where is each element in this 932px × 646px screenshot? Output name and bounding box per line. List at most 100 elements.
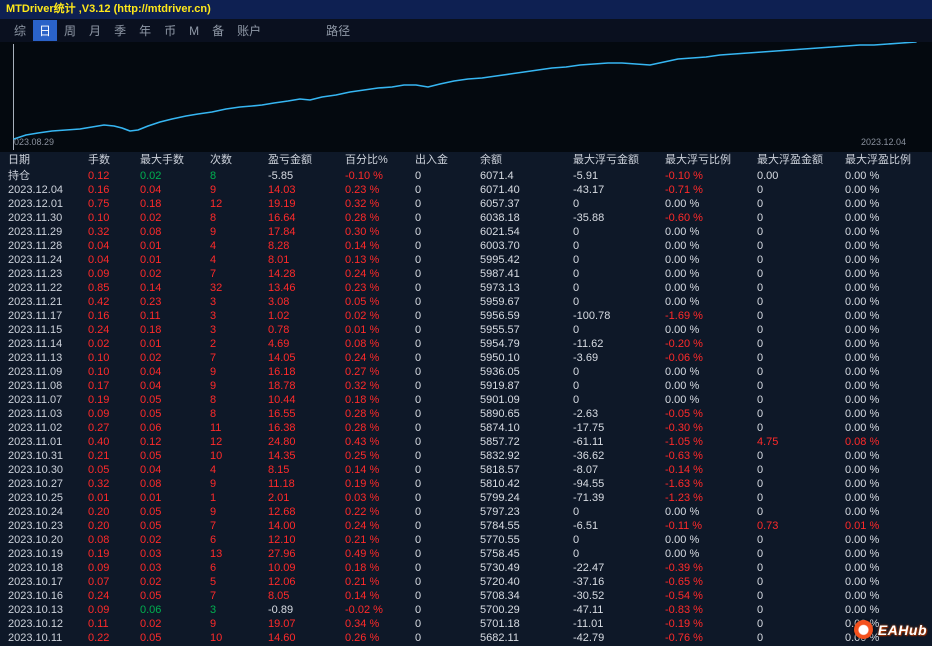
cell: 0 bbox=[415, 366, 422, 378]
cell-date: 2023.11.28 bbox=[8, 240, 63, 252]
table-row[interactable]: 2023.11.28 0.04 0.01 4 8.28 0.14 % 0 6003.70 0 0.… bbox=[0, 239, 932, 253]
cell: 0.00 % bbox=[845, 408, 880, 420]
menu-item-summary[interactable]: 综 bbox=[8, 20, 32, 41]
cell: 0 bbox=[757, 324, 764, 336]
column-header-8[interactable]: 最大浮亏金额 bbox=[565, 152, 657, 169]
column-header-9[interactable]: 最大浮亏比例 bbox=[657, 152, 749, 169]
table-row[interactable]: 2023.10.30 0.05 0.04 4 8.15 0.14 % 0 5818.57 -8.… bbox=[0, 463, 932, 477]
cell: 0.00 % bbox=[665, 240, 700, 252]
menu-item-year[interactable]: 年 bbox=[133, 20, 157, 41]
table-row[interactable]: 2023.11.02 0.27 0.06 11 16.38 0.28 % 0 5874.10 -… bbox=[0, 421, 932, 435]
table-row[interactable]: 2023.10.12 0.11 0.02 9 19.07 0.34 % 0 5701.18 -1… bbox=[0, 617, 932, 631]
table-row[interactable]: 2023.12.01 0.75 0.18 12 19.19 0.32 % 0 6057.37 0… bbox=[0, 197, 932, 211]
menu-item-currency[interactable]: 币 bbox=[158, 20, 182, 41]
cell: 19.07 bbox=[268, 618, 296, 630]
cell: 0.28 % bbox=[345, 408, 380, 420]
column-header-11[interactable]: 最大浮盈比例 bbox=[837, 152, 932, 169]
table-row[interactable]: 2023.10.31 0.21 0.05 10 14.35 0.25 % 0 5832.92 -… bbox=[0, 449, 932, 463]
cell: 16.18 bbox=[268, 366, 296, 378]
table-row[interactable]: 2023.11.03 0.09 0.05 8 16.55 0.28 % 0 5890.65 -2… bbox=[0, 407, 932, 421]
table-row[interactable]: 2023.10.13 0.09 0.06 3 -0.89 -0.02 % 0 5700.29 -… bbox=[0, 603, 932, 617]
column-header-7[interactable]: 余额 bbox=[472, 152, 565, 169]
cell: 32 bbox=[210, 282, 223, 294]
table-row[interactable]: 2023.10.18 0.09 0.03 6 10.09 0.18 % 0 5730.49 -2… bbox=[0, 561, 932, 575]
table-row[interactable]: 2023.11.09 0.10 0.04 9 16.18 0.27 % 0 5936.05 0 0… bbox=[0, 365, 932, 379]
cell: 0.00 % bbox=[845, 422, 880, 434]
table-row[interactable]: 2023.10.19 0.19 0.03 13 27.96 0.49 % 0 5758.45 0… bbox=[0, 547, 932, 561]
column-header-10[interactable]: 最大浮盈金额 bbox=[749, 152, 837, 169]
menu-item-week[interactable]: 周 bbox=[58, 20, 82, 41]
table-row[interactable]: 2023.11.17 0.16 0.11 3 1.02 0.02 % 0 5956.59 -10… bbox=[0, 309, 932, 323]
column-header-5[interactable]: 百分比% bbox=[337, 152, 407, 169]
table-row[interactable]: 2023.11.08 0.17 0.04 9 18.78 0.32 % 0 5919.87 0 0… bbox=[0, 379, 932, 393]
cell: 0.04 bbox=[140, 380, 162, 392]
cell: 12.68 bbox=[268, 506, 296, 518]
equity-chart[interactable]: 023.08.29 2023.12.04 bbox=[0, 42, 932, 152]
table-row[interactable]: 2023.11.07 0.19 0.05 8 10.44 0.18 % 0 5901.09 0 0… bbox=[0, 393, 932, 407]
table-row[interactable]: 2023.10.27 0.32 0.08 9 11.18 0.19 % 0 5810.42 -9… bbox=[0, 477, 932, 491]
column-header-4[interactable]: 盈亏金额 bbox=[260, 152, 337, 169]
table-row[interactable]: 2023.11.22 0.85 0.14 32 13.46 0.23 % 0 5973.13 0… bbox=[0, 281, 932, 295]
cell: 0.32 % bbox=[345, 198, 380, 210]
table-row[interactable]: 持仓 0.12 0.02 8 -5.85 -0.10 % 0 6071.4 -5.91 -0.10… bbox=[0, 169, 932, 183]
table-row[interactable]: 2023.10.17 0.07 0.02 5 12.06 0.21 % 0 5720.40 -3… bbox=[0, 575, 932, 589]
cell: -6.51 bbox=[573, 520, 599, 532]
menu-item-account[interactable]: 账户 bbox=[231, 20, 267, 41]
table-row[interactable]: 2023.11.23 0.09 0.02 7 14.28 0.24 % 0 5987.41 0 0… bbox=[0, 267, 932, 281]
table-row[interactable]: 2023.11.14 0.02 0.01 2 4.69 0.08 % 0 5954.79 -11… bbox=[0, 337, 932, 351]
menu-item-path[interactable]: 路径 bbox=[320, 20, 356, 41]
cell-date: 2023.11.15 bbox=[8, 324, 63, 336]
cell: 12.10 bbox=[268, 534, 296, 546]
cell: 2.01 bbox=[268, 492, 290, 504]
cell: 0.00 % bbox=[845, 240, 880, 252]
column-header-3[interactable]: 次数 bbox=[202, 152, 260, 169]
column-header-6[interactable]: 出入金 bbox=[407, 152, 472, 169]
table-row[interactable]: 2023.11.24 0.04 0.01 4 8.01 0.13 % 0 5995.42 0 0.… bbox=[0, 253, 932, 267]
cell: -3.69 bbox=[573, 352, 599, 364]
cell: 4 bbox=[210, 464, 217, 476]
table-row[interactable]: 2023.11.13 0.10 0.02 7 14.05 0.24 % 0 5950.10 -3… bbox=[0, 351, 932, 365]
table-row[interactable]: 2023.11.30 0.10 0.02 8 16.64 0.28 % 0 6038.18 -3… bbox=[0, 211, 932, 225]
table-row[interactable]: 2023.11.15 0.24 0.18 3 0.78 0.01 % 0 5955.57 0 0.… bbox=[0, 323, 932, 337]
table-row[interactable]: 2023.10.20 0.08 0.02 6 12.10 0.21 % 0 5770.55 0 0… bbox=[0, 533, 932, 547]
cell: -0.14 % bbox=[665, 464, 703, 476]
column-header-1[interactable]: 手数 bbox=[80, 152, 132, 169]
table-row[interactable]: 2023.10.24 0.20 0.05 9 12.68 0.22 % 0 5797.23 0 0… bbox=[0, 505, 932, 519]
table-row[interactable]: 2023.10.23 0.20 0.05 7 14.00 0.24 % 0 5784.55 -6… bbox=[0, 519, 932, 533]
cell: 0.01 bbox=[140, 254, 162, 266]
table-row[interactable]: 2023.10.25 0.01 0.01 1 2.01 0.03 % 0 5799.24 -71… bbox=[0, 491, 932, 505]
cell: 0.00 % bbox=[845, 534, 880, 546]
cell-date: 2023.10.16 bbox=[8, 590, 64, 602]
column-header-2[interactable]: 最大手数 bbox=[132, 152, 202, 169]
cell: 0 bbox=[415, 282, 422, 294]
cell: 10.09 bbox=[268, 562, 296, 574]
table-row[interactable]: 2023.10.11 0.22 0.05 10 14.60 0.26 % 0 5682.11 -… bbox=[0, 631, 932, 645]
cell: 0 bbox=[415, 492, 422, 504]
cell: 0.00 % bbox=[845, 198, 880, 210]
cell: 0.16 bbox=[88, 310, 110, 322]
menu-item-month[interactable]: 月 bbox=[83, 20, 107, 41]
table-row[interactable]: 2023.11.01 0.40 0.12 12 24.80 0.43 % 0 5857.72 -… bbox=[0, 435, 932, 449]
cell: 17.84 bbox=[268, 226, 296, 238]
cell: -11.01 bbox=[573, 618, 604, 630]
cell: -36.62 bbox=[573, 450, 605, 462]
column-header-0[interactable]: 日期 bbox=[0, 152, 80, 169]
menu-item-quarter[interactable]: 季 bbox=[108, 20, 132, 41]
menu-item-m[interactable]: M bbox=[183, 22, 205, 40]
title-bar[interactable]: MTDriver统计 ,V3.12 (http://mtdriver.cn) bbox=[0, 0, 932, 19]
cell: 14.05 bbox=[268, 352, 296, 364]
table-row[interactable]: 2023.11.21 0.42 0.23 3 3.08 0.05 % 0 5959.67 0 0.… bbox=[0, 295, 932, 309]
cell: 0.08 % bbox=[845, 436, 880, 448]
table-row[interactable]: 2023.12.04 0.16 0.04 9 14.03 0.23 % 0 6071.40 -4… bbox=[0, 183, 932, 197]
menu-item-note[interactable]: 备 bbox=[206, 20, 230, 41]
table-row[interactable]: 2023.10.16 0.24 0.05 7 8.05 0.14 % 0 5708.34 -30… bbox=[0, 589, 932, 603]
cell: 3 bbox=[210, 324, 217, 336]
table-row[interactable]: 2023.11.29 0.32 0.08 9 17.84 0.30 % 0 6021.54 0 0… bbox=[0, 225, 932, 239]
cell: 5708.34 bbox=[480, 590, 520, 602]
cell: 0.16 bbox=[88, 184, 110, 196]
cell: 0.22 % bbox=[345, 506, 380, 518]
cell: 0.00 % bbox=[845, 254, 880, 266]
menu-item-day[interactable]: 日 bbox=[33, 20, 58, 41]
cell: -0.10 % bbox=[345, 170, 383, 182]
cell: 0.12 bbox=[88, 170, 110, 182]
